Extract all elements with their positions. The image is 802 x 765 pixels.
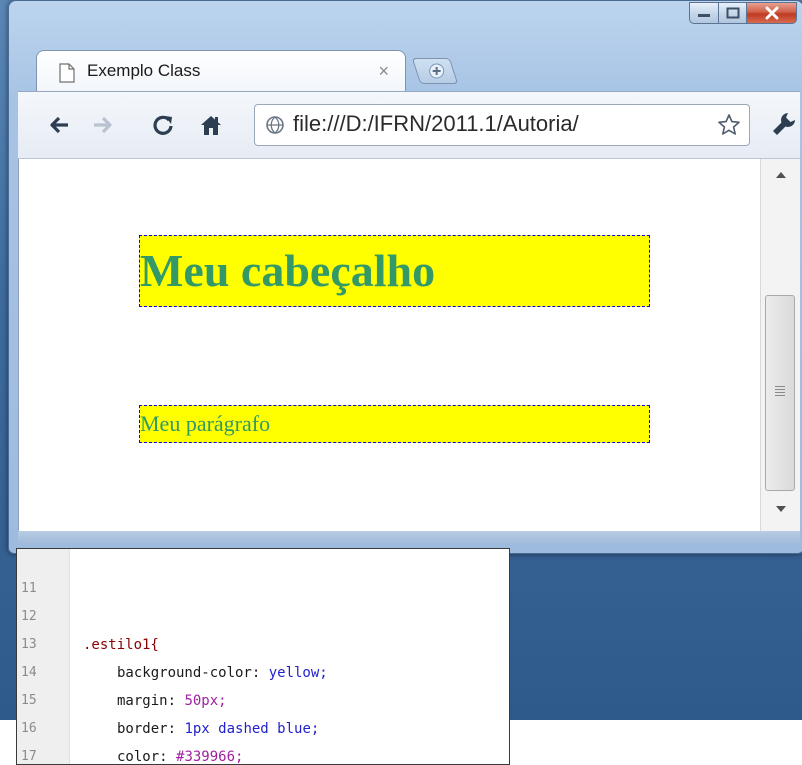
reload-button[interactable]: [148, 110, 178, 140]
code-line: 17 }: [17, 715, 509, 764]
scroll-down-arrow-icon[interactable]: [772, 505, 790, 519]
globe-icon: [265, 115, 285, 139]
code-line: 15 border: 1px dashed blue;: [17, 659, 509, 737]
minimize-icon: [698, 14, 710, 17]
plus-icon: [429, 63, 445, 83]
back-button[interactable]: [44, 110, 74, 140]
grip-icon: [775, 386, 785, 398]
code-line: 14 margin: 50px;: [17, 631, 509, 709]
code-line: 16 color: #339966;: [17, 687, 509, 764]
page-viewport: Meu cabeçalho Meu parágrafo: [18, 159, 760, 531]
window-bottom-border: [18, 531, 800, 545]
new-tab-button[interactable]: [411, 58, 459, 84]
close-icon: [765, 6, 778, 20]
minimize-button[interactable]: [689, 2, 719, 24]
address-text[interactable]: file:///D:/IFRN/2011.1/Autoria/: [293, 111, 705, 137]
tab-title: Exemplo Class: [87, 61, 201, 80]
star-icon[interactable]: [717, 113, 741, 141]
scrollbar-thumb[interactable]: [765, 295, 795, 491]
wrench-icon[interactable]: [770, 110, 798, 142]
code-editor: 11 12 .estilo1{ 13 background-color: yel…: [16, 548, 510, 765]
forward-arrow-icon: [94, 116, 112, 134]
scroll-up-arrow-icon[interactable]: [772, 171, 790, 185]
code-line: 13 background-color: yellow;: [17, 603, 509, 681]
code-line: 11: [17, 549, 509, 596]
page-icon: [59, 63, 75, 87]
line-number: 17: [21, 749, 37, 764]
tab-exemplo-class[interactable]: Exemplo Class ×: [36, 50, 406, 92]
browser-toolbar: file:///D:/IFRN/2011.1/Autoria/: [18, 91, 800, 159]
css-declaration: color: #339966;: [117, 743, 244, 765]
css-value: #339966;: [176, 749, 244, 765]
window-caption-buttons: [689, 2, 797, 24]
tab-close-icon[interactable]: ×: [378, 61, 389, 82]
reload-icon: [153, 115, 173, 135]
maximize-icon: [726, 7, 739, 19]
maximize-button[interactable]: [719, 2, 747, 24]
screenshot: Exemplo Class × file:///D:/IFRN/2011.1/A…: [0, 0, 802, 765]
code-line: 12 .estilo1{: [17, 575, 509, 653]
vertical-scrollbar[interactable]: [760, 159, 800, 531]
forward-button[interactable]: [88, 110, 118, 140]
back-arrow-icon: [50, 116, 68, 134]
home-button[interactable]: [196, 110, 226, 140]
close-button[interactable]: [747, 2, 797, 24]
css-property: color:: [117, 749, 177, 765]
page-paragraph: Meu parágrafo: [139, 405, 650, 443]
address-bar[interactable]: file:///D:/IFRN/2011.1/Autoria/: [254, 104, 750, 146]
page-heading: Meu cabeçalho: [139, 235, 650, 307]
home-icon: [201, 116, 221, 135]
